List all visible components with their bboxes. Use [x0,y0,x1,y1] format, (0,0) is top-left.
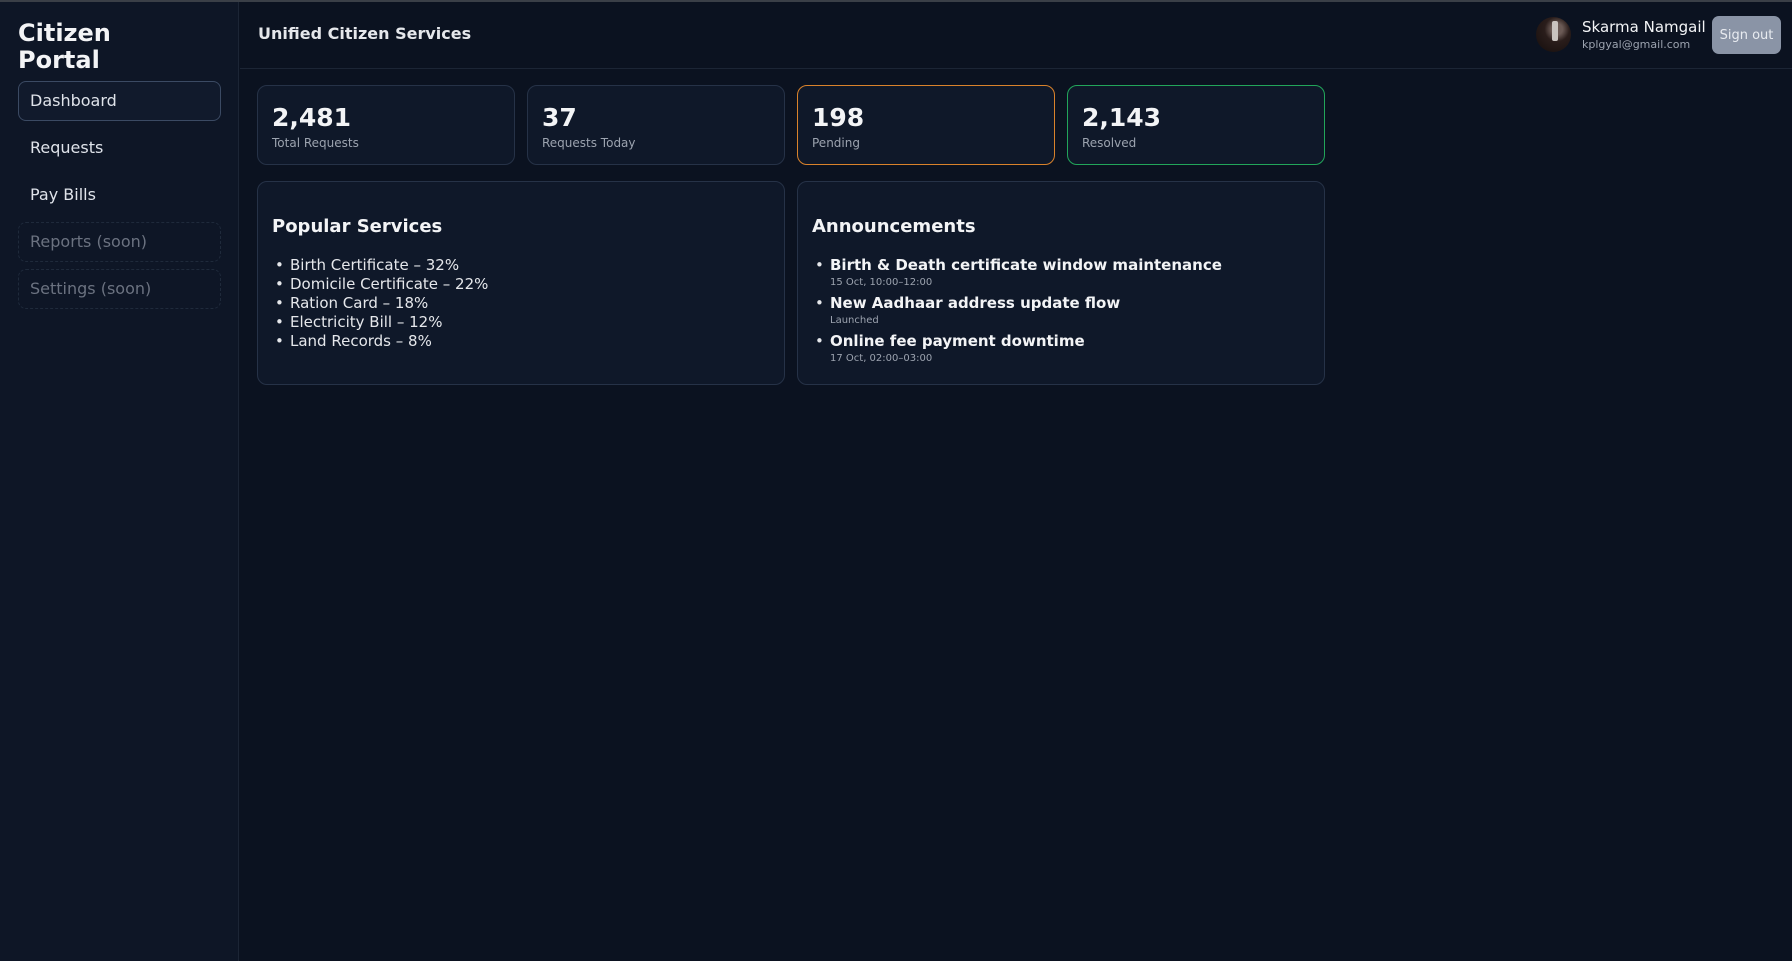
panel-title: Popular Services [272,216,443,237]
announcement-detail: Launched [830,315,879,326]
sidebar-item-dashboard[interactable]: Dashboard [18,81,221,121]
list-item: Online fee payment downtime 17 Oct, 02:0… [812,332,1222,367]
sidebar-item-reports: Reports (soon) [18,222,221,262]
user-email: kplgyal@gmail.com [1582,38,1691,51]
sidebar-item-requests[interactable]: Requests [18,128,221,168]
sidebar-item-pay-bills[interactable]: Pay Bills [18,175,221,215]
list-item: New Aadhaar address update flow Launched [812,294,1222,329]
announcement-detail: 17 Oct, 02:00–03:00 [830,353,933,364]
top-header: Unified Citizen Services Skarma Namgail … [240,2,1792,69]
stat-value: 37 [542,103,577,132]
list-item: Land Records – 8% [272,332,488,351]
announcement-title: New Aadhaar address update flow [830,294,1121,312]
stat-value: 2,143 [1082,103,1162,132]
announcement-detail: 15 Oct, 10:00–12:00 [830,277,933,288]
sidebar-item-settings: Settings (soon) [18,269,221,309]
announcement-title: Birth & Death certificate window mainten… [830,256,1222,274]
list-item: Electricity Bill – 12% [272,313,488,332]
list-item: Birth & Death certificate window mainten… [812,256,1222,291]
stat-value: 2,481 [272,103,352,132]
announcements-list: Birth & Death certificate window mainten… [812,256,1222,370]
stat-label: Resolved [1082,136,1137,150]
list-item: Domicile Certificate – 22% [272,275,488,294]
stat-label: Requests Today [542,136,636,150]
user-name: Skarma Namgail [1582,18,1706,36]
stat-value: 198 [812,103,865,132]
list-item: Birth Certificate – 32% [272,256,488,275]
stat-card-pending: 198 Pending [797,85,1055,165]
announcement-title: Online fee payment downtime [830,332,1085,350]
stat-card-requests-today: 37 Requests Today [527,85,785,165]
stat-card-total-requests: 2,481 Total Requests [257,85,515,165]
brand-logo-text: Citizen Portal [18,19,111,74]
panel-title: Announcements [812,216,976,237]
sign-out-button[interactable]: Sign out [1712,16,1781,54]
sidebar: Citizen Portal Dashboard Requests Pay Bi… [0,2,239,961]
popular-services-list: Birth Certificate – 32% Domicile Certifi… [272,256,488,351]
avatar[interactable] [1536,17,1571,52]
popular-services-panel: Popular Services Birth Certificate – 32%… [257,181,785,385]
list-item: Ration Card – 18% [272,294,488,313]
stat-label: Pending [812,136,860,150]
page-title: Unified Citizen Services [258,24,472,43]
stat-label: Total Requests [272,136,359,150]
announcements-panel: Announcements Birth & Death certificate … [797,181,1325,385]
stat-card-resolved: 2,143 Resolved [1067,85,1325,165]
